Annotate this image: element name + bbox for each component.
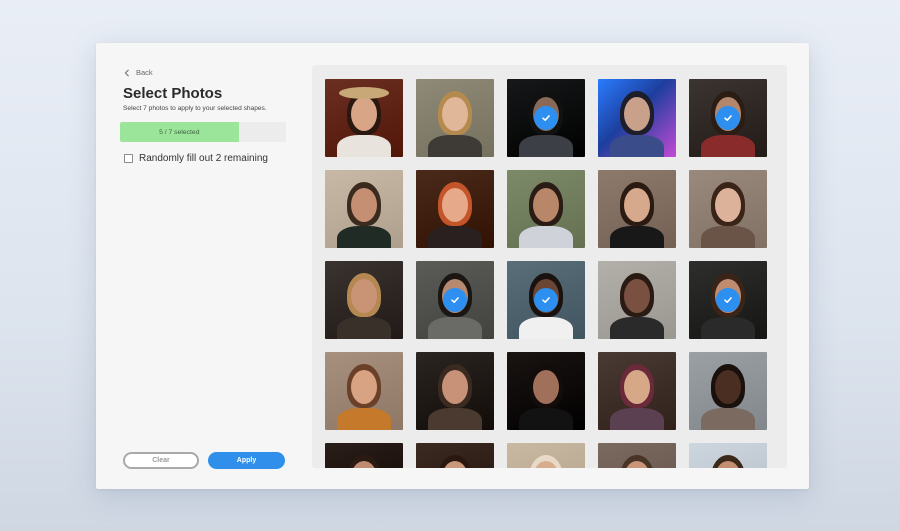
photo-subject-face xyxy=(533,370,559,404)
photo-tile[interactable] xyxy=(416,352,494,430)
photo-tile[interactable] xyxy=(689,261,767,339)
photo-subject-body xyxy=(701,135,755,157)
photo-tile[interactable] xyxy=(598,443,676,468)
photo-subject-face xyxy=(351,188,377,222)
photo-subject-face xyxy=(442,370,468,404)
selected-check-icon xyxy=(716,288,740,312)
photo-tile[interactable] xyxy=(689,352,767,430)
photo-hat xyxy=(339,87,389,99)
apply-button[interactable]: Apply xyxy=(208,452,285,469)
selected-check-icon xyxy=(534,106,558,130)
photo-subject-body xyxy=(337,226,391,248)
photo-tile[interactable] xyxy=(689,170,767,248)
photo-tile[interactable] xyxy=(325,443,403,468)
back-link[interactable]: Back xyxy=(123,68,153,77)
photo-subject-body xyxy=(337,135,391,157)
photo-subject-body xyxy=(519,317,573,339)
photo-tile[interactable] xyxy=(598,170,676,248)
photo-tile[interactable] xyxy=(689,79,767,157)
photo-subject-face xyxy=(624,370,650,404)
progress-label: 5 / 7 selected xyxy=(159,128,200,136)
photo-tile[interactable] xyxy=(507,170,585,248)
photo-subject-body xyxy=(610,226,664,248)
photo-subject-body xyxy=(337,317,391,339)
photo-tile[interactable] xyxy=(325,261,403,339)
photo-subject-body xyxy=(428,408,482,430)
photo-tile[interactable] xyxy=(507,352,585,430)
random-fill-label: Randomly fill out 2 remaining xyxy=(139,153,268,164)
photo-tile[interactable] xyxy=(325,79,403,157)
photo-subject-face xyxy=(442,97,468,131)
photo-subject-face xyxy=(442,188,468,222)
photo-subject-face xyxy=(624,279,650,313)
photo-tile[interactable] xyxy=(325,352,403,430)
photo-tile[interactable] xyxy=(598,79,676,157)
photo-tile[interactable] xyxy=(325,170,403,248)
photo-subject-body xyxy=(610,408,664,430)
photo-subject-body xyxy=(701,317,755,339)
photo-subject-body xyxy=(428,226,482,248)
photo-subject-face xyxy=(624,97,650,131)
page-subtitle: Select 7 photos to apply to your selecte… xyxy=(123,105,267,112)
photo-subject-face xyxy=(533,188,559,222)
left-panel: Back Select Photos Select 7 photos to ap… xyxy=(96,43,311,489)
photo-subject-body xyxy=(519,408,573,430)
photo-subject-body xyxy=(701,408,755,430)
photo-tile[interactable] xyxy=(598,352,676,430)
selected-check-icon xyxy=(716,106,740,130)
selection-progress-bar: 5 / 7 selected xyxy=(120,122,286,142)
photo-tile[interactable] xyxy=(507,443,585,468)
photo-subject-face xyxy=(715,188,741,222)
random-fill-checkbox[interactable] xyxy=(124,154,133,163)
photo-grid[interactable] xyxy=(312,65,787,468)
photo-subject-face xyxy=(351,370,377,404)
photo-tile[interactable] xyxy=(416,79,494,157)
select-photos-dialog: Back Select Photos Select 7 photos to ap… xyxy=(96,43,809,489)
random-fill-option[interactable]: Randomly fill out 2 remaining xyxy=(124,153,268,164)
photo-subject-body xyxy=(337,408,391,430)
clear-button[interactable]: Clear xyxy=(123,452,199,469)
chevron-left-icon xyxy=(124,69,129,76)
photo-tile[interactable] xyxy=(416,170,494,248)
page-title: Select Photos xyxy=(123,85,223,102)
photo-subject-face xyxy=(624,188,650,222)
photo-subject-body xyxy=(519,226,573,248)
photo-subject-body xyxy=(428,135,482,157)
photo-subject-body xyxy=(428,317,482,339)
back-label: Back xyxy=(136,68,153,77)
photo-tile[interactable] xyxy=(598,261,676,339)
photo-tile[interactable] xyxy=(507,261,585,339)
photo-tile[interactable] xyxy=(689,443,767,468)
photo-tile[interactable] xyxy=(416,261,494,339)
photo-tile[interactable] xyxy=(416,443,494,468)
photo-subject-body xyxy=(610,135,664,157)
photo-subject-body xyxy=(610,317,664,339)
photo-tile[interactable] xyxy=(507,79,585,157)
photo-subject-body xyxy=(701,226,755,248)
photo-subject-body xyxy=(519,135,573,157)
photo-subject-face xyxy=(351,97,377,131)
selected-check-icon xyxy=(534,288,558,312)
photo-subject-face xyxy=(351,279,377,313)
photo-subject-face xyxy=(715,370,741,404)
selected-check-icon xyxy=(443,288,467,312)
